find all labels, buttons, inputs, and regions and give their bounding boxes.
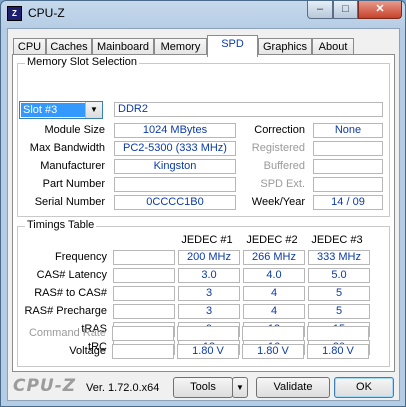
timing-cell-empty bbox=[113, 268, 175, 283]
cpuz-window: Z CPU-Z – □ ✕ CPU Caches Mainboard Memor… bbox=[0, 0, 406, 407]
timing-cell: 4 bbox=[243, 286, 305, 301]
tools-button[interactable]: Tools bbox=[173, 377, 233, 398]
timing-row-label: Frequency bbox=[55, 251, 107, 263]
part-number-value bbox=[114, 177, 236, 192]
timing-cell-empty bbox=[113, 250, 175, 265]
timing-row-label: RAS# Precharge bbox=[24, 305, 107, 317]
minimize-button[interactable]: – bbox=[307, 1, 333, 19]
buffered-label: Buffered bbox=[263, 160, 305, 172]
client-area: CPU Caches Mainboard Memory SPD Graphics… bbox=[7, 28, 400, 401]
cpuz-app-icon: Z bbox=[7, 6, 22, 21]
timing-cell bbox=[177, 326, 239, 341]
timing-cell: 1.80 V bbox=[307, 344, 369, 359]
timing-cell: 4.0 bbox=[243, 268, 305, 283]
maximize-button[interactable]: □ bbox=[333, 1, 358, 19]
tab-spd[interactable]: SPD bbox=[207, 35, 258, 57]
timings-col-header: JEDEC #3 bbox=[311, 234, 363, 246]
timing-cell: 266 MHz bbox=[243, 250, 305, 265]
timing-row-label: Command Rate bbox=[28, 327, 106, 339]
registered-label: Registered bbox=[251, 142, 305, 154]
title-bar[interactable]: Z CPU-Z – □ ✕ bbox=[1, 1, 405, 27]
timing-cell-empty bbox=[113, 304, 175, 319]
timing-cell-empty bbox=[112, 344, 174, 359]
cpuz-logo: CPU-Z bbox=[13, 376, 77, 396]
memory-slot-group: Memory Slot Selection bbox=[17, 56, 390, 217]
bottom-bar: CPU-Z Ver. 1.72.0.x64 Tools ▼ Validate O… bbox=[8, 374, 399, 401]
timing-cell-empty bbox=[112, 326, 174, 341]
registered-value bbox=[313, 141, 383, 156]
max-bandwidth-label: Max Bandwidth bbox=[29, 142, 105, 154]
spd-panel: Memory Slot Selection Slot #3 ▼ DDR2 Mod… bbox=[12, 54, 395, 372]
timing-row-label: CAS# Latency bbox=[36, 269, 107, 281]
module-size-value: 1024 MBytes bbox=[114, 123, 236, 138]
manufacturer-label: Manufacturer bbox=[40, 160, 105, 172]
tools-dropdown-arrow-icon[interactable]: ▼ bbox=[232, 377, 248, 398]
timing-cell: 200 MHz bbox=[178, 250, 240, 265]
part-number-label: Part Number bbox=[42, 178, 105, 190]
close-button[interactable]: ✕ bbox=[358, 1, 402, 19]
week-year-label: Week/Year bbox=[251, 196, 305, 208]
module-size-label: Module Size bbox=[44, 124, 105, 136]
timing-cell-empty bbox=[113, 286, 175, 301]
version-text: Ver. 1.72.0.x64 bbox=[86, 382, 160, 394]
manufacturer-value: Kingston bbox=[114, 159, 236, 174]
spd-ext-value bbox=[313, 177, 383, 192]
correction-label: Correction bbox=[254, 124, 305, 136]
slot-select[interactable]: Slot #3 ▼ bbox=[19, 101, 103, 119]
timing-cell: 3 bbox=[178, 286, 240, 301]
timing-row-label: Voltage bbox=[69, 345, 106, 357]
slot-select-value: Slot #3 bbox=[21, 103, 85, 117]
timing-cell: 3 bbox=[178, 304, 240, 319]
chevron-down-icon[interactable]: ▼ bbox=[85, 102, 102, 118]
buffered-value bbox=[313, 159, 383, 174]
timing-cell bbox=[242, 326, 304, 341]
timings-group-title: Timings Table bbox=[25, 219, 97, 231]
timing-cell: 1.80 V bbox=[177, 344, 239, 359]
week-year-value: 14 / 09 bbox=[313, 195, 383, 210]
timing-cell: 5.0 bbox=[308, 268, 370, 283]
validate-button[interactable]: Validate bbox=[256, 377, 330, 398]
timing-cell: 3.0 bbox=[178, 268, 240, 283]
timing-cell: 1.80 V bbox=[242, 344, 304, 359]
spd-ext-label: SPD Ext. bbox=[260, 178, 305, 190]
timing-cell: 4 bbox=[243, 304, 305, 319]
ok-button[interactable]: OK bbox=[334, 377, 394, 398]
timings-col-header: JEDEC #1 bbox=[181, 234, 233, 246]
window-title: CPU-Z bbox=[28, 6, 65, 20]
timing-cell: 333 MHz bbox=[308, 250, 370, 265]
memory-type-value: DDR2 bbox=[114, 102, 383, 117]
timings-col-header: JEDEC #2 bbox=[246, 234, 298, 246]
timing-cell: 5 bbox=[308, 286, 370, 301]
timing-cell bbox=[307, 326, 369, 341]
timing-row-label: RAS# to CAS# bbox=[34, 287, 107, 299]
serial-number-value: 0CCCC1B0 bbox=[114, 195, 236, 210]
correction-value: None bbox=[313, 123, 383, 138]
memory-slot-group-title: Memory Slot Selection bbox=[25, 56, 140, 68]
timing-cell: 5 bbox=[308, 304, 370, 319]
serial-number-label: Serial Number bbox=[34, 196, 105, 208]
max-bandwidth-value: PC2-5300 (333 MHz) bbox=[114, 141, 236, 156]
